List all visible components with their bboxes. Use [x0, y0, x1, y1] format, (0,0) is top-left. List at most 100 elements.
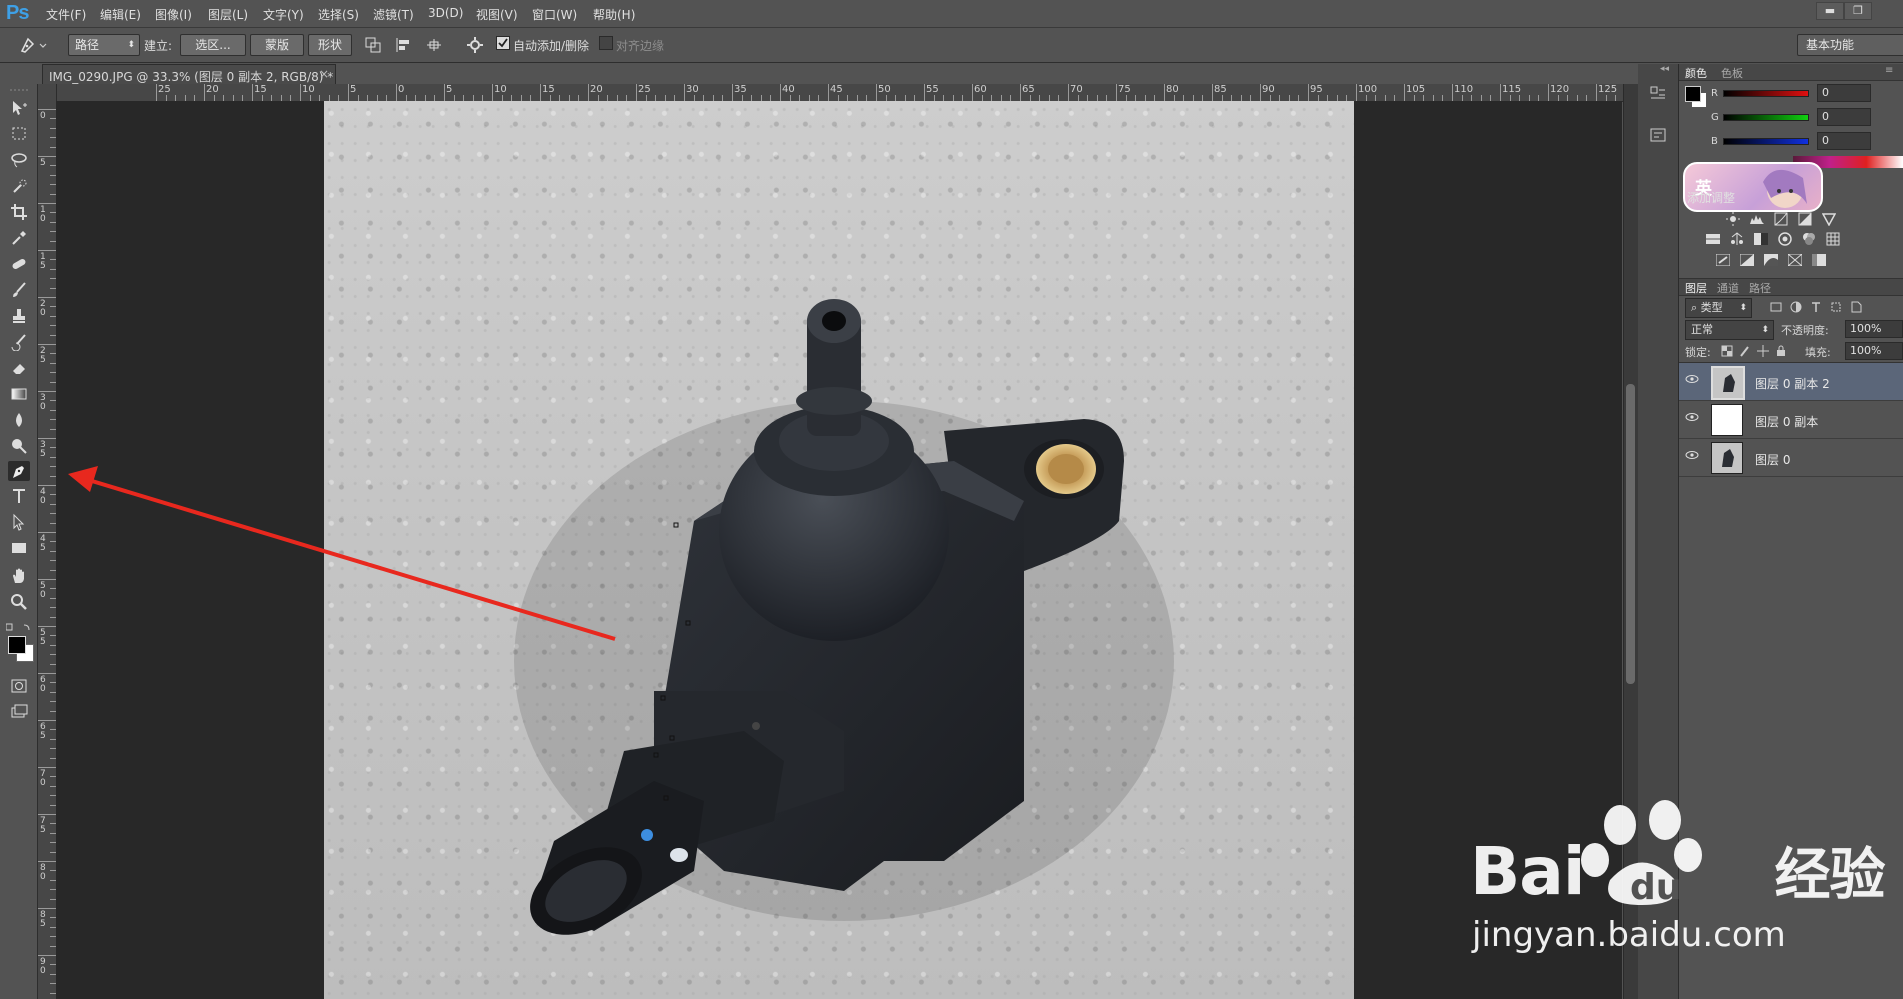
make-mask-button[interactable]: 蒙版: [250, 34, 304, 56]
menu-file[interactable]: 文件(F): [46, 6, 86, 23]
close-document-icon[interactable]: ×: [319, 67, 329, 81]
pen-tool-icon[interactable]: [8, 461, 30, 481]
color-lookup-icon[interactable]: [1825, 232, 1841, 246]
crop-tool-icon[interactable]: [8, 202, 30, 222]
tab-swatches[interactable]: 色板: [1721, 65, 1743, 81]
selective-color-icon[interactable]: [1787, 253, 1803, 267]
black-white-icon[interactable]: [1753, 232, 1769, 246]
make-shape-button[interactable]: 形状: [308, 34, 352, 56]
menu-select[interactable]: 选择(S): [318, 6, 359, 23]
filter-shape-icon[interactable]: [1829, 300, 1843, 314]
dodge-tool-icon[interactable]: [8, 436, 30, 456]
collapse-icon[interactable]: ◂◂: [1660, 64, 1669, 74]
lock-all-icon[interactable]: [1775, 345, 1787, 357]
brush-tool-icon[interactable]: [8, 280, 30, 300]
quick-mask-icon[interactable]: [8, 676, 30, 696]
pen-tool-preset-icon[interactable]: [18, 35, 48, 58]
menu-layer[interactable]: 图层(L): [208, 6, 248, 23]
exposure-icon[interactable]: [1797, 212, 1813, 226]
restore-button[interactable]: ❐: [1844, 2, 1872, 20]
eye-icon[interactable]: [1685, 450, 1699, 460]
spot-heal-tool-icon[interactable]: [8, 254, 30, 274]
menu-filter[interactable]: 滤镜(T): [373, 6, 414, 23]
tab-paths[interactable]: 路径: [1749, 280, 1771, 296]
invert-icon[interactable]: [1715, 253, 1731, 267]
menu-type[interactable]: 文字(Y): [263, 6, 304, 23]
layer-row-copy2[interactable]: 图层 0 副本 2: [1679, 363, 1903, 401]
scrollbar-thumb[interactable]: [1626, 384, 1635, 684]
filter-smart-object-icon[interactable]: [1849, 300, 1863, 314]
minimize-button[interactable]: ▬: [1816, 2, 1844, 20]
menu-view[interactable]: 视图(V): [476, 6, 518, 23]
channel-g-slider[interactable]: [1723, 114, 1809, 121]
opacity-input[interactable]: 100%: [1845, 320, 1903, 338]
hue-saturation-icon[interactable]: [1705, 232, 1721, 246]
gear-icon[interactable]: [466, 36, 484, 57]
blur-tool-icon[interactable]: [8, 410, 30, 430]
threshold-icon[interactable]: [1763, 253, 1779, 267]
levels-icon[interactable]: [1749, 212, 1765, 226]
swap-colors-icon[interactable]: [5, 622, 32, 636]
align-edges-checkbox[interactable]: [599, 36, 613, 50]
filter-type-icon[interactable]: [1809, 300, 1823, 314]
layer-row-base[interactable]: 图层 0: [1679, 439, 1903, 477]
channel-mixer-icon[interactable]: [1801, 232, 1817, 246]
tab-channels[interactable]: 通道: [1717, 280, 1739, 296]
document-image[interactable]: [324, 101, 1354, 999]
tab-layers[interactable]: 图层: [1685, 280, 1707, 296]
path-operations-icon[interactable]: [364, 36, 382, 57]
clone-stamp-tool-icon[interactable]: [8, 306, 30, 326]
zoom-tool-icon[interactable]: [8, 592, 30, 612]
document-tab[interactable]: IMG_0290.JPG @ 33.3% (图层 0 副本 2, RGB/8) …: [42, 64, 336, 85]
eye-icon[interactable]: [1685, 374, 1699, 384]
lock-position-icon[interactable]: [1757, 345, 1769, 357]
workspace-switcher[interactable]: 基本功能: [1797, 34, 1903, 56]
lasso-tool-icon[interactable]: [8, 150, 30, 170]
vibrance-icon[interactable]: [1821, 212, 1837, 226]
gradient-map-icon[interactable]: [1811, 253, 1827, 267]
channel-b-slider[interactable]: [1723, 138, 1809, 145]
fill-input[interactable]: 100%: [1845, 342, 1903, 360]
lock-transparent-icon[interactable]: [1721, 345, 1733, 357]
history-brush-tool-icon[interactable]: [8, 332, 30, 352]
screen-mode-icon[interactable]: [8, 702, 30, 722]
posterize-icon[interactable]: [1739, 253, 1755, 267]
channel-r-input[interactable]: 0: [1817, 84, 1871, 102]
menu-window[interactable]: 窗口(W): [532, 6, 577, 23]
path-arrangement-icon[interactable]: [424, 36, 444, 57]
menu-help[interactable]: 帮助(H): [593, 6, 635, 23]
channel-r-slider[interactable]: [1723, 90, 1809, 97]
channel-g-input[interactable]: 0: [1817, 108, 1871, 126]
brightness-contrast-icon[interactable]: [1725, 212, 1741, 226]
make-selection-button[interactable]: 选区...: [180, 34, 246, 56]
properties-panel-icon[interactable]: [1648, 126, 1668, 149]
path-alignment-icon[interactable]: [394, 36, 412, 57]
channel-b-input[interactable]: 0: [1817, 132, 1871, 150]
marquee-tool-icon[interactable]: [8, 124, 30, 144]
lock-image-pixels-icon[interactable]: [1739, 345, 1751, 357]
layer-filter-select[interactable]: ⌕ 类型 ⬍: [1685, 298, 1752, 318]
gradient-tool-icon[interactable]: [8, 384, 30, 404]
eye-icon[interactable]: [1685, 412, 1699, 422]
tab-color[interactable]: 颜色: [1685, 65, 1707, 81]
type-tool-icon[interactable]: [8, 486, 30, 506]
auto-add-delete-checkbox[interactable]: [496, 36, 510, 50]
panel-foreground-swatch[interactable]: [1685, 86, 1701, 102]
blend-mode-select[interactable]: 正常 ⬍: [1685, 320, 1774, 340]
photo-filter-icon[interactable]: [1777, 232, 1793, 246]
layer-row-copy[interactable]: 图层 0 副本: [1679, 401, 1903, 439]
menu-3d[interactable]: 3D(D): [428, 6, 463, 20]
panel-menu-icon[interactable]: ≡: [1885, 65, 1893, 76]
ruler-origin[interactable]: [38, 84, 57, 102]
menu-image[interactable]: 图像(I): [155, 6, 192, 23]
filter-pixel-icon[interactable]: [1769, 300, 1783, 314]
eyedropper-tool-icon[interactable]: [8, 228, 30, 248]
path-select-tool-icon[interactable]: [8, 512, 30, 532]
pen-mode-select[interactable]: 路径 ⬍: [68, 34, 140, 56]
color-balance-icon[interactable]: [1729, 232, 1745, 246]
history-panel-icon[interactable]: [1648, 84, 1668, 107]
curves-icon[interactable]: [1773, 212, 1789, 226]
move-tool-icon[interactable]: [8, 98, 30, 118]
hand-tool-icon[interactable]: [8, 566, 30, 586]
quick-select-tool-icon[interactable]: [8, 176, 30, 196]
